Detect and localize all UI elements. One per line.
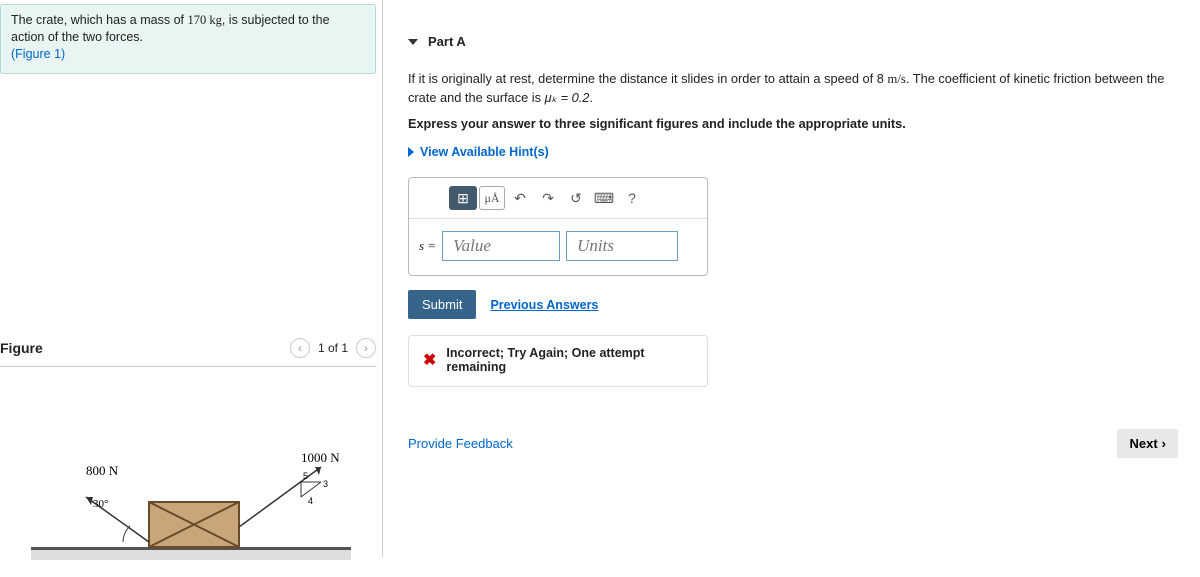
figure-diagram: 800 N 30° 1000 N 5 3 4 (0, 407, 382, 577)
variable-label: s = (419, 238, 436, 254)
undo-icon[interactable]: ↶ (507, 186, 533, 210)
force-1000n-label: 1000 N (301, 450, 340, 465)
angle-30-label: 30° (93, 498, 108, 510)
special-chars-icon[interactable]: μÅ (479, 186, 505, 210)
figure-title: Figure (0, 340, 43, 356)
instruction-text: Express your answer to three significant… (408, 117, 1190, 131)
value-input[interactable] (442, 231, 560, 261)
problem-statement: The crate, which has a mass of 170 kg, i… (0, 4, 376, 74)
feedback-message: ✖ Incorrect; Try Again; One attempt rema… (408, 335, 708, 387)
figure-link[interactable]: (Figure 1) (11, 47, 65, 61)
chevron-right-icon (408, 147, 414, 157)
reset-icon[interactable]: ↺ (563, 186, 589, 210)
prompt-text-1: The crate, which has a mass of (11, 13, 187, 27)
templates-icon[interactable]: ⊞ (449, 186, 477, 210)
chevron-right-icon: › (1162, 436, 1166, 451)
previous-answers-link[interactable]: Previous Answers (490, 298, 598, 312)
view-hints-link[interactable]: View Available Hint(s) (408, 145, 1190, 159)
answer-box: ⊞ μÅ ↶ ↷ ↺ ⌨ ? s = (408, 177, 708, 276)
collapse-icon[interactable] (408, 39, 418, 45)
triangle-3: 3 (323, 479, 328, 489)
figure-prev-button[interactable]: ‹ (290, 338, 310, 358)
part-label: Part A (428, 34, 466, 49)
incorrect-icon: ✖ (423, 350, 436, 370)
help-icon[interactable]: ? (619, 186, 645, 210)
units-input[interactable] (566, 231, 678, 261)
triangle-5: 5 (303, 471, 308, 481)
figure-next-button[interactable]: › (356, 338, 376, 358)
submit-button[interactable]: Submit (408, 290, 476, 319)
next-button[interactable]: Next › (1117, 429, 1178, 458)
provide-feedback-link[interactable]: Provide Feedback (408, 436, 513, 451)
feedback-text: Incorrect; Try Again; One attempt remain… (446, 346, 693, 374)
triangle-4: 4 (308, 496, 313, 506)
redo-icon[interactable]: ↷ (535, 186, 561, 210)
question-text: If it is originally at rest, determine t… (408, 70, 1190, 107)
keyboard-icon[interactable]: ⌨ (591, 186, 617, 210)
force-800n-label: 800 N (86, 463, 119, 478)
prompt-mass: 170 kg (187, 13, 221, 27)
figure-page-indicator: 1 of 1 (318, 341, 348, 355)
